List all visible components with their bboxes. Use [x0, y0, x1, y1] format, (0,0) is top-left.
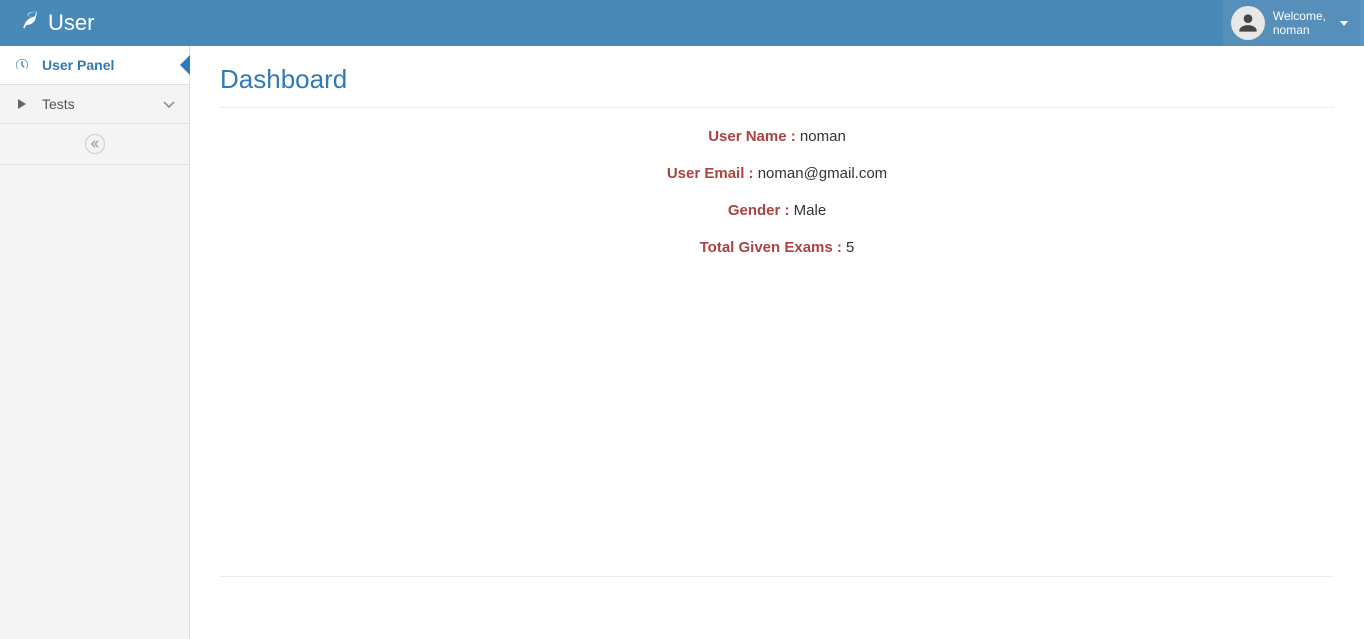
info-row-gender: Gender : Male	[220, 202, 1334, 219]
info-row-username: User Name : noman	[220, 128, 1334, 145]
sidebar-item-tests[interactable]: Tests	[0, 85, 189, 124]
leaf-icon	[20, 10, 40, 36]
footer-divider	[220, 576, 1334, 577]
sidebar-item-user-panel[interactable]: User Panel	[0, 46, 189, 85]
welcome-username: noman	[1273, 23, 1326, 37]
brand-label: User	[48, 10, 94, 36]
chevron-double-left-icon	[85, 134, 105, 154]
divider	[220, 107, 1334, 108]
dashboard-icon	[14, 57, 30, 73]
sidebar: User Panel Tests	[0, 46, 190, 639]
info-row-exams: Total Given Exams : 5	[220, 239, 1334, 256]
user-info: User Name : noman User Email : noman@gma…	[220, 128, 1334, 256]
info-value: noman	[796, 128, 846, 145]
main-content: Dashboard User Name : noman User Email :…	[190, 46, 1364, 639]
info-row-email: User Email : noman@gmail.com	[220, 165, 1334, 182]
page-title: Dashboard	[220, 64, 1334, 95]
welcome-label: Welcome,	[1273, 9, 1326, 23]
info-key: Total Given Exams :	[700, 239, 842, 256]
sidebar-item-label: Tests	[42, 96, 151, 112]
info-key: Gender :	[728, 202, 790, 219]
info-value: 5	[842, 239, 855, 256]
info-value: noman@gmail.com	[754, 165, 888, 182]
info-value: Male	[790, 202, 827, 219]
caret-right-icon	[14, 99, 30, 109]
sidebar-item-label: User Panel	[42, 57, 175, 73]
chevron-down-icon	[163, 96, 175, 112]
sidebar-collapse-toggle[interactable]	[0, 124, 189, 165]
chevron-down-icon	[1340, 21, 1348, 26]
brand[interactable]: User	[20, 10, 94, 36]
user-menu[interactable]: Welcome, noman	[1223, 0, 1360, 46]
info-key: User Name :	[708, 128, 796, 145]
header-bar: User Welcome, noman	[0, 0, 1364, 46]
avatar	[1231, 6, 1265, 40]
welcome-text: Welcome, noman	[1273, 9, 1326, 38]
info-key: User Email :	[667, 165, 754, 182]
